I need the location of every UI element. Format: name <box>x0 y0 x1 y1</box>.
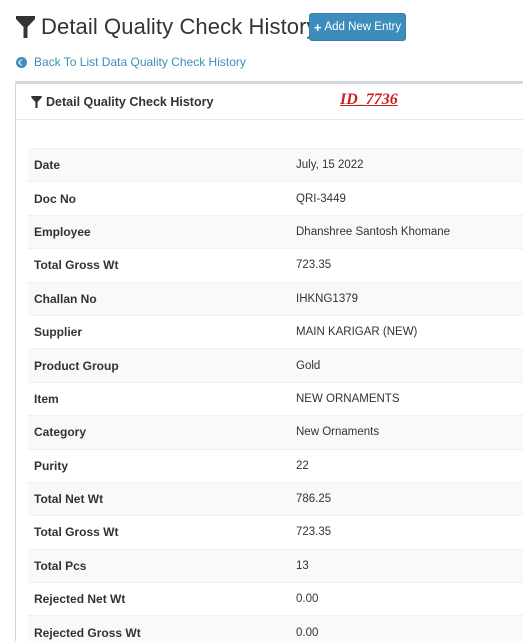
table-row: Doc No QRI-3449 <box>28 181 523 216</box>
detail-table: Date July, 15 2022 Doc No QRI-3449 Employe… <box>28 147 523 641</box>
table-row: Employee Dhanshree Santosh Khomane <box>28 214 523 249</box>
row-label: Product Group <box>28 348 291 383</box>
table-row: Purity 22 <box>28 448 523 483</box>
page-header: Detail Quality Check History <box>16 11 318 43</box>
row-value: Dhanshree Santosh Khomane <box>291 214 523 249</box>
row-label: Supplier <box>28 314 291 349</box>
row-label: Employee <box>28 214 291 249</box>
row-value: 786.25 <box>291 481 523 516</box>
plus-icon: + <box>313 19 322 35</box>
filter-icon <box>31 95 42 108</box>
row-value: New Ornaments <box>291 415 523 450</box>
row-value: IHKNG1379 <box>291 281 523 316</box>
row-value: 22 <box>291 448 523 483</box>
back-to-list-link[interactable]: Back To List Data Quality Check History <box>16 55 246 69</box>
add-new-entry-button[interactable]: + Add New Entry <box>309 13 406 41</box>
row-value: July, 15 2022 <box>291 147 523 182</box>
table-row: Supplier MAIN KARIGAR (NEW) <box>28 314 523 349</box>
row-value: 0.00 <box>291 615 523 641</box>
table-row: Challan No IHKNG1379 <box>28 281 523 316</box>
table-row: Total Net Wt 786.25 <box>28 481 523 516</box>
row-label: Item <box>28 381 291 416</box>
row-label: Challan No <box>28 281 291 316</box>
row-value: NEW ORNAMENTS <box>291 381 523 416</box>
detail-panel: Detail Quality Check History ID_7736 Dat… <box>15 81 523 641</box>
table-row: Item NEW ORNAMENTS <box>28 381 523 416</box>
row-label: Purity <box>28 448 291 483</box>
row-label: Rejected Gross Wt <box>28 615 291 641</box>
row-value: 723.35 <box>291 248 523 283</box>
row-value: MAIN KARIGAR (NEW) <box>291 314 523 349</box>
table-row: Category New Ornaments <box>28 415 523 450</box>
table-row: Rejected Gross Wt 0.00 <box>28 615 523 641</box>
table-row: Total Pcs 13 <box>28 548 523 583</box>
table-row: Rejected Net Wt 0.00 <box>28 582 523 616</box>
row-label: Date <box>28 147 291 182</box>
row-value: 0.00 <box>291 582 523 616</box>
panel-title: Detail Quality Check History <box>46 94 214 109</box>
filter-icon <box>16 16 35 38</box>
record-id: ID_7736 <box>340 91 398 108</box>
row-value: QRI-3449 <box>291 181 523 216</box>
add-new-entry-label: Add New Entry <box>324 21 402 33</box>
table-row: Product Group Gold <box>28 348 523 383</box>
row-label: Total Gross Wt <box>28 515 291 550</box>
row-label: Total Gross Wt <box>28 248 291 283</box>
back-to-list-label: Back To List Data Quality Check History <box>34 55 246 69</box>
row-value: 13 <box>291 548 523 583</box>
panel-header: Detail Quality Check History ID_7736 <box>16 84 523 120</box>
table-row: Date July, 15 2022 <box>28 147 523 182</box>
page-title: Detail Quality Check History <box>41 14 318 39</box>
row-label: Doc No <box>28 181 291 216</box>
table-row: Total Gross Wt 723.35 <box>28 515 523 550</box>
row-label: Category <box>28 415 291 450</box>
row-value: Gold <box>291 348 523 383</box>
row-value: 723.35 <box>291 515 523 550</box>
row-label: Total Net Wt <box>28 481 291 516</box>
row-label: Rejected Net Wt <box>28 582 291 616</box>
chevron-left-circle-icon <box>16 56 27 68</box>
table-row: Total Gross Wt 723.35 <box>28 248 523 283</box>
row-label: Total Pcs <box>28 548 291 583</box>
